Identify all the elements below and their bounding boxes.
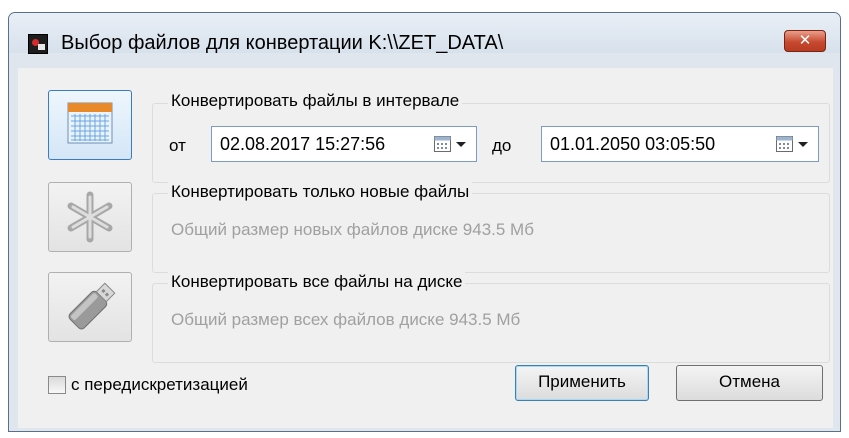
to-date-field[interactable]: 01.01.2050 03:05:50 (541, 126, 819, 162)
from-label: от (169, 136, 186, 155)
new-files-size: Общий размер новых файлов диске 943.5 Мб (171, 220, 534, 239)
asterisk-icon (67, 191, 113, 243)
cancel-button[interactable]: Отмена (676, 365, 823, 401)
convert-all-files-button[interactable] (48, 272, 132, 342)
dialog-content: Конвертировать файлы в интервале от 02.0… (18, 68, 833, 428)
dialog-window: Выбор файлов для конвертации K:\\ZET_DAT… (8, 12, 841, 432)
usb-drive-icon (68, 282, 116, 330)
calendar-dropdown-icon[interactable] (776, 136, 810, 152)
close-button[interactable]: ✕ (784, 30, 826, 52)
title-bar[interactable]: Выбор файлов для конвертации K:\\ZET_DAT… (9, 13, 840, 54)
apply-button[interactable]: Применить (515, 365, 649, 401)
new-files-caption: Конвертировать только новые файлы (168, 182, 473, 202)
app-icon (28, 34, 48, 54)
to-label: до (492, 136, 512, 155)
calendar-icon (67, 102, 113, 144)
to-date-value: 01.01.2050 03:05:50 (550, 134, 716, 154)
resample-checkbox[interactable] (48, 376, 66, 394)
window-title: Выбор файлов для конвертации K:\\ZET_DAT… (61, 32, 504, 54)
convert-new-files-button[interactable] (48, 182, 132, 252)
all-files-size: Общий размер всех файлов диске 943.5 Мб (171, 310, 521, 329)
from-date-value: 02.08.2017 15:27:56 (220, 134, 386, 154)
from-date-field[interactable]: 02.08.2017 15:27:56 (211, 126, 477, 162)
calendar-dropdown-icon[interactable] (434, 136, 468, 152)
interval-caption: Конвертировать файлы в интервале (168, 91, 463, 111)
resample-label[interactable]: с передискретизацией (71, 375, 248, 395)
all-files-caption: Конвертировать все файлы на диске (168, 272, 466, 292)
convert-interval-button[interactable] (48, 90, 132, 160)
